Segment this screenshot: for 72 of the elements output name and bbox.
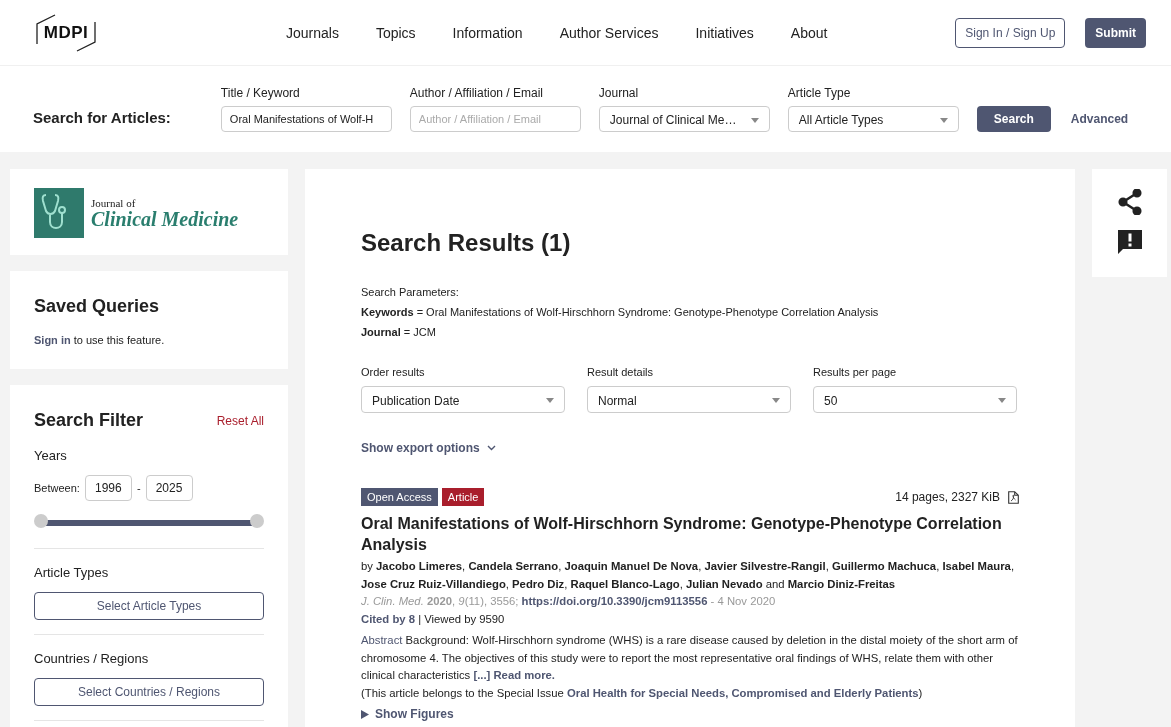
abstract-link[interactable]: Abstract [361,634,403,646]
submit-button[interactable]: Submit [1085,17,1146,48]
input-field[interactable]: Author / Affiliation / Email [409,106,581,132]
dropdown[interactable]: All Article Types [787,106,959,132]
between-label: Between: [34,482,80,494]
tag: Article [441,488,485,506]
nav-link[interactable]: About [790,24,846,41]
citation-text: J. Clin. Med. 2020, 9(11), 3556; https://doi.org/10.3390/jcm9113556 - 4 Nov 2020 [361,594,777,609]
special-issue-link[interactable]: Oral Health for Special Needs, Compromised and Elderly Patients [566,686,919,699]
caret-icon [772,398,780,403]
filter-label: Years [34,448,68,463]
field-label: Order results [361,366,426,378]
chevron-icon [486,445,496,451]
logo[interactable]: MDPI [33,12,99,53]
field-label: Title / Keyword [220,86,301,100]
input-field[interactable]: Oral Manifestations of Wolf-H [220,106,392,132]
nav-link[interactable]: Information [452,24,541,41]
special-issue-note: (This article belongs to the Special Issue Oral Health for Special Needs, Compromised and Elderly Patients) [361,685,924,701]
doi-link[interactable]: https://doi.org/10.3390/jcm9113556 [521,595,708,607]
nav-link[interactable]: Author Services [559,24,677,41]
export-options-link[interactable]: Show export options [361,441,496,455]
sign-in-note: Sign in to use this feature. [34,334,166,346]
sign-in-button[interactable]: Sign In / Sign Up [955,17,1066,48]
parameters-label: Search Parameters: [361,285,460,300]
card-title: Search Filter [34,410,144,431]
tag: Open Access [361,488,438,506]
abstract-text: Abstract Background: Wolf-Hirschhorn syndrome (WHS) is a rare disease caused by deletion in the distal moiety of the short arm of chromosome 4. The objectives of this study were to report the most representative oral findings of WHS, relate them with other clinical characteristics [...] Read more. [361,633,1019,683]
triangle-icon [361,709,369,719]
show-figures-link[interactable]: Show Figures [361,707,454,721]
dropdown[interactable]: 50 [813,386,1017,413]
slider-handle[interactable] [34,514,48,528]
read-more-link[interactable]: [...] Read more. [473,669,555,681]
author-list: by Jacobo Limeres, Candela Serrano, Joaquin Manuel De Nova, Javier Silvestre-Rangil, Guillermo Machuca, Isabel Maura, Jose Cruz Ruiz-Villandiego, Pedro Diz, Raquel Blanco-Lago, Julian Nevado and Marcio Diniz-Freitas [361,558,1019,593]
share-icon[interactable] [1117,189,1142,215]
caret-icon [546,398,554,403]
citation-stats: Cited by 8 | Viewed by 9590 [361,611,506,627]
nav-link[interactable]: Topics [375,24,434,41]
reset-link[interactable]: Reset All [216,413,264,428]
field-label: Result details [587,366,655,378]
dropdown[interactable]: Normal [587,386,791,413]
filter-label: Article Types [34,565,110,580]
search-label: Search for Articles: [33,109,171,128]
sign-in-link[interactable]: Sign in [34,334,71,346]
caret-icon [939,117,948,123]
year-field[interactable]: 2025 [145,475,193,501]
pdf-icon[interactable] [1008,490,1019,504]
select-button[interactable]: Select Article Types [34,592,264,620]
dash-text: - [136,482,141,494]
nav-link[interactable]: Initiatives [695,24,772,41]
file-size-text: 14 pages, 2327 KiB [895,490,1000,504]
dropdown[interactable]: Journal of Clinical Me… [598,106,770,132]
field-label: Journal [598,86,640,100]
feedback-icon[interactable] [1116,229,1143,255]
parameter-text: Keywords = Oral Manifestations of Wolf-Hirschhorn Syndrome: Genotype-Phenotype Correlation Analysis [361,305,880,320]
search-button[interactable]: Search [976,106,1051,132]
field-label: Author / Affiliation / Email [409,86,544,100]
filter-label: Countries / Regions [34,651,150,666]
advanced-link[interactable]: Advanced [1070,112,1129,132]
select-button[interactable]: Select Countries / Regions [34,678,264,706]
slider-handle[interactable] [250,514,264,528]
field-label: Results per page [813,366,898,378]
card-title: Saved Queries [34,296,161,317]
nav-link[interactable]: Journals [286,24,357,41]
cited-by-link[interactable]: Cited by 8 [361,612,415,625]
article-title[interactable]: Oral Manifestations of Wolf-Hirschhorn Syndrome: Genotype-Phenotype Correlation Analysis [361,513,1019,555]
page-title: Search Results (1) [361,229,572,257]
year-field[interactable]: 1996 [84,475,132,501]
dropdown[interactable]: Publication Date [361,386,565,413]
caret-icon [750,117,759,123]
field-label: Article Type [787,86,852,100]
parameter-text: Journal = JCM [361,325,437,340]
caret-icon [998,398,1006,403]
